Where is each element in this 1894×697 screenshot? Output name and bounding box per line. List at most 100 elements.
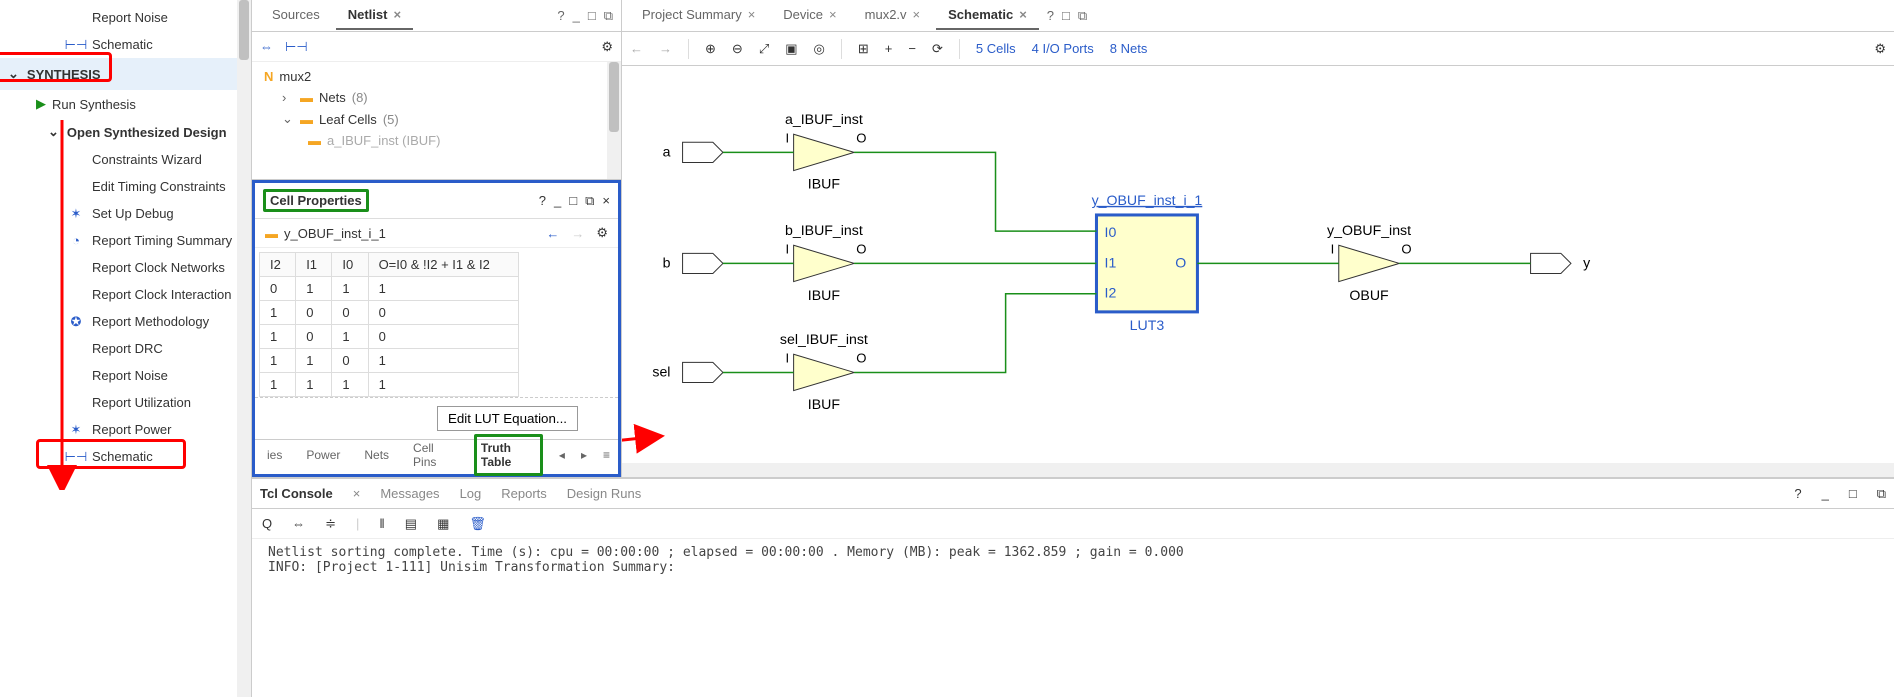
expand-icon[interactable]: ⊞ xyxy=(858,41,869,57)
clear-icon[interactable]: 🗑 xyxy=(469,516,486,532)
props-tab-truth-table[interactable]: Truth Table xyxy=(474,434,543,476)
tab-project-summary[interactable]: Project Summary× xyxy=(630,1,767,30)
b-ibuf[interactable]: b_IBUF_inst I O IBUF xyxy=(785,222,866,303)
zoom-in-icon[interactable]: ⊕ xyxy=(705,41,716,57)
synthesis-header[interactable]: ⌄ SYNTHESIS xyxy=(0,58,251,90)
obuf[interactable]: y_OBUF_inst I O OBUF xyxy=(1327,222,1412,303)
close-icon[interactable]: × xyxy=(748,7,756,22)
sidebar-item-schematic-top[interactable]: ⊢⊣ Schematic xyxy=(0,31,251,58)
constraints-wizard[interactable]: Constraints Wizard xyxy=(0,146,251,173)
tab-sources[interactable]: Sources xyxy=(260,1,332,30)
stat-nets[interactable]: 8 Nets xyxy=(1110,41,1148,56)
props-tab-cell-pins[interactable]: Cell Pins xyxy=(409,437,458,473)
minimize-icon[interactable]: _ xyxy=(554,193,561,208)
report-timing-summary[interactable]: ◔Report Timing Summary xyxy=(0,227,251,254)
schematic-icon[interactable]: ⊢⊣ xyxy=(285,39,308,55)
maximize-icon[interactable]: □ xyxy=(569,193,577,208)
props-tab-nets[interactable]: Nets xyxy=(360,444,393,466)
scrollbar-h[interactable] xyxy=(622,463,1894,477)
report-drc[interactable]: Report DRC xyxy=(0,335,251,362)
tab-mux2v[interactable]: mux2.v× xyxy=(853,1,933,30)
sel-ibuf[interactable]: sel_IBUF_inst I O IBUF xyxy=(780,331,868,412)
minimize-icon[interactable]: _ xyxy=(573,8,580,24)
pause-icon[interactable]: ‖ xyxy=(379,516,384,531)
close-icon[interactable]: × xyxy=(353,486,361,501)
restore-icon[interactable]: ⧉ xyxy=(1877,486,1886,502)
maximize-icon[interactable]: □ xyxy=(1062,8,1070,24)
collapse-icon[interactable]: ⇔ xyxy=(292,516,305,531)
run-synthesis[interactable]: ▶ Run Synthesis xyxy=(0,90,251,118)
gear-icon[interactable]: ⚙ xyxy=(601,39,613,55)
sidebar-item-report-noise-top[interactable]: Report Noise xyxy=(0,4,251,31)
table-row[interactable]: 1111 xyxy=(260,373,519,397)
netlist-root[interactable]: Nmux2 xyxy=(260,66,613,87)
report-methodology[interactable]: ✪Report Methodology xyxy=(0,308,251,335)
port-y[interactable]: y xyxy=(1531,253,1591,273)
lut3[interactable]: y_OBUF_inst_i_1 I0 I1 I2 O LUT3 xyxy=(1092,192,1203,333)
table-row[interactable]: 1000 xyxy=(260,301,519,325)
report-clock-interaction[interactable]: Report Clock Interaction xyxy=(0,281,251,308)
report-utilization[interactable]: Report Utilization xyxy=(0,389,251,416)
tab-device[interactable]: Device× xyxy=(771,1,848,30)
netlist-leaf-cells[interactable]: ⌄▬Leaf Cells (5) xyxy=(260,108,613,130)
scrollbar[interactable] xyxy=(607,62,621,179)
back-icon[interactable]: ← xyxy=(630,41,643,56)
forward-icon[interactable]: → xyxy=(571,226,584,241)
zoom-select-icon[interactable]: ▣ xyxy=(785,41,797,57)
scrollbar[interactable] xyxy=(237,0,251,697)
close-icon[interactable]: × xyxy=(602,193,610,208)
back-icon[interactable]: ← xyxy=(546,226,559,241)
scroll-lock-icon[interactable]: ▤ xyxy=(405,516,417,532)
schematic-canvas[interactable]: a b sel a_IBUF_inst xyxy=(622,66,1894,477)
zoom-out-icon[interactable]: ⊖ xyxy=(732,41,743,57)
stat-cells[interactable]: 5 Cells xyxy=(976,41,1016,56)
tab-reports[interactable]: Reports xyxy=(501,486,547,501)
nav-left-icon[interactable]: ◂ xyxy=(559,448,565,462)
tab-design-runs[interactable]: Design Runs xyxy=(567,486,641,501)
table-row[interactable]: 0111 xyxy=(260,277,519,301)
set-up-debug[interactable]: ✶Set Up Debug xyxy=(0,200,251,227)
netlist-nets[interactable]: ›▬Nets (8) xyxy=(260,87,613,108)
remove-icon[interactable]: − xyxy=(908,41,916,56)
port-sel[interactable]: sel xyxy=(652,362,723,382)
report-power[interactable]: ✶Report Power xyxy=(0,416,251,443)
gear-icon[interactable]: ⚙ xyxy=(1874,41,1886,57)
close-icon[interactable]: × xyxy=(829,7,837,22)
close-icon[interactable]: × xyxy=(913,7,921,22)
edit-timing-constraints[interactable]: Edit Timing Constraints xyxy=(0,173,251,200)
minimize-icon[interactable]: _ xyxy=(1822,486,1829,501)
table-row[interactable]: 1101 xyxy=(260,349,519,373)
tab-tcl-console[interactable]: Tcl Console xyxy=(260,486,333,501)
restore-icon[interactable]: ⧉ xyxy=(1078,8,1087,24)
zoom-fit-icon[interactable]: ⤢ xyxy=(759,41,769,57)
expand-icon[interactable]: ≑ xyxy=(325,516,336,532)
restore-icon[interactable]: ⧉ xyxy=(604,8,613,24)
tab-messages[interactable]: Messages xyxy=(380,486,439,501)
tab-schematic[interactable]: Schematic× xyxy=(936,1,1039,30)
add-icon[interactable]: + xyxy=(885,41,893,56)
maximize-icon[interactable]: □ xyxy=(1849,486,1857,501)
stat-io[interactable]: 4 I/O Ports xyxy=(1032,41,1094,56)
props-tab-ies[interactable]: ies xyxy=(263,444,286,466)
help-icon[interactable]: ? xyxy=(1794,486,1801,501)
close-icon[interactable]: × xyxy=(393,7,401,22)
port-b[interactable]: b xyxy=(663,253,723,273)
collapse-all-icon[interactable]: ⇔ xyxy=(260,39,273,54)
tab-netlist[interactable]: Netlist× xyxy=(336,1,413,30)
close-icon[interactable]: × xyxy=(1019,7,1027,22)
open-synthesized-design[interactable]: ⌄ Open Synthesized Design xyxy=(0,118,251,146)
maximize-icon[interactable]: □ xyxy=(588,8,596,24)
sidebar-item-schematic[interactable]: ⊢⊣Schematic xyxy=(0,443,251,470)
nav-right-icon[interactable]: ▸ xyxy=(581,448,587,462)
netlist-leaf-item[interactable]: ▬ a_IBUF_inst (IBUF) xyxy=(260,130,613,151)
gear-icon[interactable]: ⚙ xyxy=(596,225,608,241)
menu-icon[interactable]: ≡ xyxy=(603,448,610,462)
regenerate-icon[interactable]: ⟳ xyxy=(932,41,943,57)
help-icon[interactable]: ? xyxy=(557,8,564,24)
a-ibuf[interactable]: a_IBUF_inst I O IBUF xyxy=(785,111,866,192)
props-tab-power[interactable]: Power xyxy=(302,444,344,466)
search-icon[interactable]: Q xyxy=(262,516,272,531)
forward-icon[interactable]: → xyxy=(659,41,672,56)
restore-icon[interactable]: ⧉ xyxy=(585,193,594,209)
port-a[interactable]: a xyxy=(663,142,723,162)
